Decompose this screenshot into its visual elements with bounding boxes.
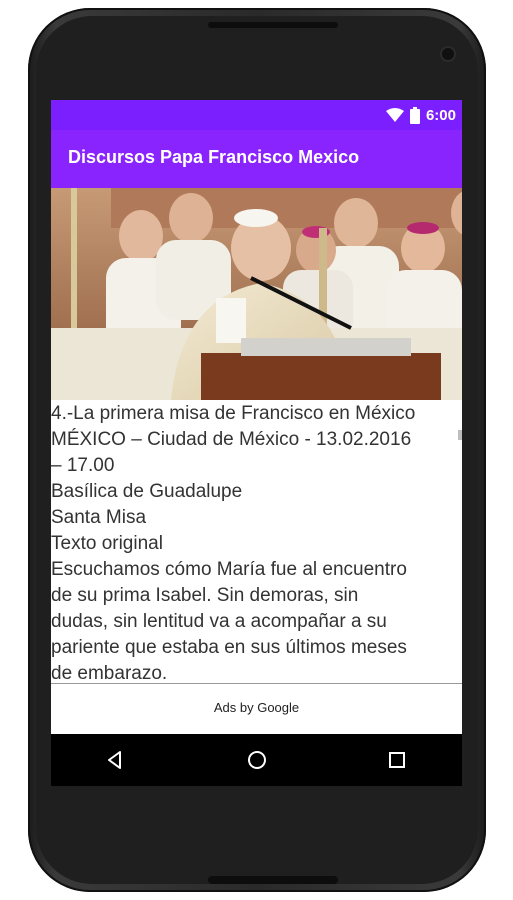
article-line: 4.-La primera misa de Francisco en Méxic…	[51, 403, 416, 424]
bottom-speaker	[208, 876, 338, 884]
header-photo	[51, 188, 462, 400]
app-title: Discursos Papa Francisco Mexico	[68, 147, 360, 167]
photo-illustration	[51, 188, 462, 400]
wifi-icon	[385, 108, 404, 122]
article-line: dudas, sin lentitud va a acompañar a su	[51, 611, 387, 632]
recents-icon	[389, 752, 405, 768]
article-line: Texto original	[51, 533, 163, 554]
front-camera	[442, 48, 454, 60]
home-icon	[248, 751, 266, 769]
article-line: – 17.00	[51, 455, 115, 476]
article-line: Basílica de Guadalupe	[51, 481, 243, 502]
battery-icon	[409, 106, 420, 124]
ad-banner[interactable]: Ads by Google	[51, 684, 462, 734]
status-bar: 6:00	[51, 100, 462, 130]
navigation-bar	[51, 734, 462, 786]
status-time: 6:00	[425, 106, 456, 124]
article-line: Escuchamos cómo María fue al encuentro	[51, 559, 407, 580]
home-button[interactable]	[241, 744, 273, 776]
back-button[interactable]	[99, 744, 131, 776]
ad-label: Ads by Google	[213, 700, 300, 715]
article-line: Santa Misa	[51, 507, 147, 528]
recents-button[interactable]	[381, 744, 413, 776]
article-line: pariente que estaba en sus últimos meses	[51, 637, 407, 658]
article-line: de su prima Isabel. Sin demoras, sin	[51, 585, 359, 606]
scrollbar-thumb[interactable]	[458, 430, 462, 440]
article-content[interactable]: 4.-La primera misa de Francisco en Méxic…	[51, 400, 462, 683]
earpiece-speaker	[208, 22, 338, 28]
article-line: de embarazo.	[51, 663, 168, 683]
article-text: 4.-La primera misa de Francisco en Méxic…	[51, 400, 462, 683]
article-line: MÉXICO – Ciudad de México - 13.02.2016	[51, 429, 412, 450]
device-screen: 6:00 Discursos Papa Francisco Mexico 4.-…	[51, 100, 462, 786]
back-icon	[108, 751, 121, 769]
app-bar: Discursos Papa Francisco Mexico	[51, 130, 462, 188]
status-icons: 6:00	[385, 104, 456, 126]
